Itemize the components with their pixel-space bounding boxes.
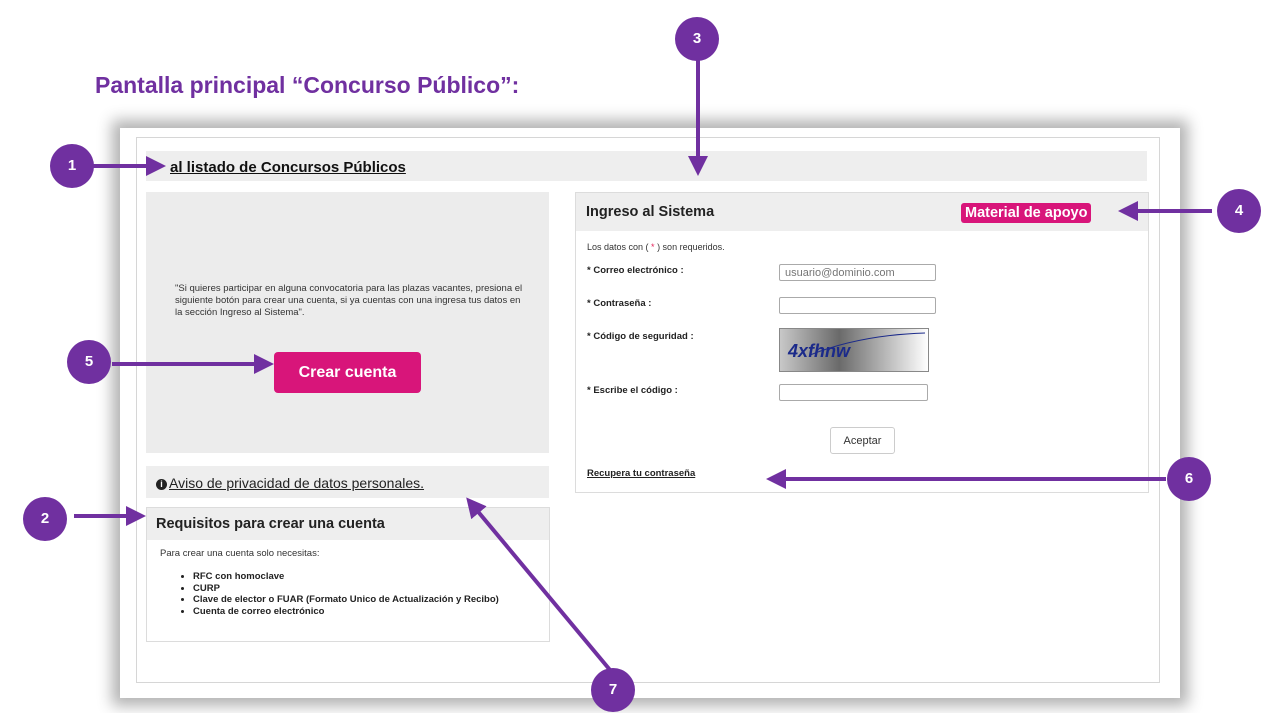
callout-2-badge: 2 — [23, 497, 67, 541]
callout-7-badge: 7 — [591, 668, 635, 712]
callout-4-badge: 4 — [1217, 189, 1261, 233]
callout-1-badge: 1 — [50, 144, 94, 188]
callout-5-badge: 5 — [67, 340, 111, 384]
callout-arrows — [74, 58, 1212, 672]
callout-6-badge: 6 — [1167, 457, 1211, 501]
callout-3-badge: 3 — [675, 17, 719, 61]
callout-7-arrow — [466, 497, 612, 672]
